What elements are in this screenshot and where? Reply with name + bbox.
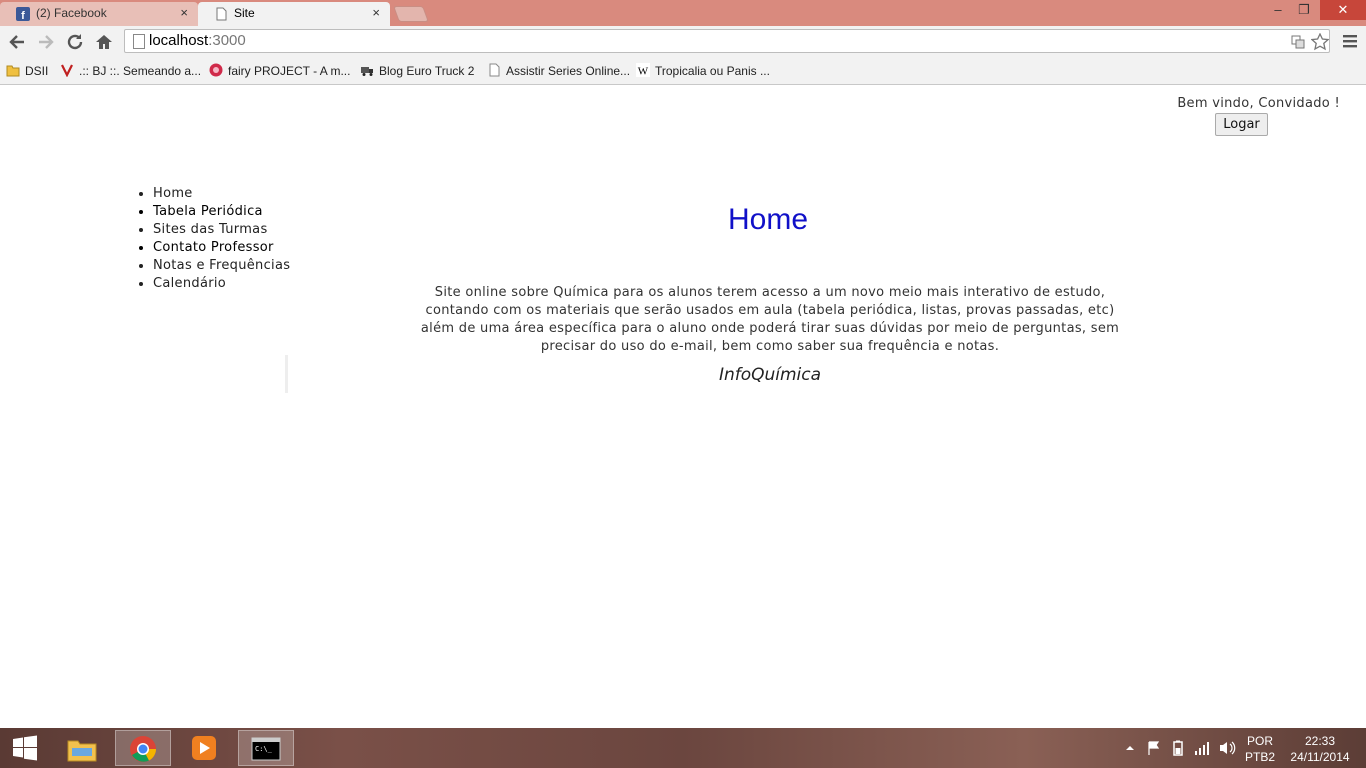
tab-label: Site	[234, 6, 255, 20]
input-language-indicator[interactable]: POR PTB2	[1242, 734, 1278, 764]
bookmarks-bar: DSII .:: BJ ::. Semeando a... fairy PROJ…	[0, 58, 1366, 85]
home-icon	[96, 35, 112, 49]
page-icon	[216, 7, 227, 21]
page-title: Home	[727, 203, 809, 236]
translate-icon[interactable]	[1291, 35, 1305, 49]
svg-text:C:\_: C:\_	[255, 745, 273, 753]
tab-facebook[interactable]: f (2) Facebook ×	[0, 2, 198, 26]
reload-button[interactable]	[64, 31, 86, 53]
fairy-icon	[209, 63, 223, 77]
browser-toolbar: localhost:3000	[0, 26, 1366, 58]
bookmark-star-icon[interactable]	[1311, 33, 1329, 51]
bookmark-assistir-series[interactable]: Assistir Series Online...	[487, 62, 630, 80]
taskbar-file-explorer[interactable]	[54, 730, 110, 766]
battery-icon[interactable]	[1170, 740, 1186, 756]
taskbar-media-player[interactable]	[176, 730, 232, 766]
close-window-button[interactable]: ✕	[1320, 0, 1366, 20]
login-button[interactable]: Logar	[1215, 113, 1268, 136]
nav-item-calendario[interactable]: Calendário	[153, 275, 293, 293]
tab-site[interactable]: Site ×	[198, 2, 390, 26]
forward-button[interactable]	[35, 31, 57, 53]
nav-item-sites-das-turmas[interactable]: Sites das Turmas	[153, 221, 293, 239]
nav-item-home[interactable]: Home	[153, 185, 293, 203]
bookmark-euro-truck[interactable]: Blog Euro Truck 2	[360, 62, 474, 80]
show-hidden-icons-icon[interactable]	[1124, 742, 1136, 754]
url-text: localhost:3000	[149, 32, 246, 49]
nav-item-tabela-periodica[interactable]: Tabela Periódica	[153, 203, 293, 221]
main-nav: Home Tabela Periódica Sites das Turmas C…	[153, 185, 293, 293]
taskbar: C:\_ POR PTB2 22:33 24/11/2014	[0, 728, 1366, 768]
bj-icon	[61, 64, 73, 77]
network-signal-icon[interactable]	[1194, 740, 1210, 756]
file-explorer-icon	[67, 740, 97, 762]
wikipedia-icon: W	[636, 63, 650, 77]
page-icon	[133, 34, 145, 49]
restore-button[interactable]: ❐	[1290, 0, 1318, 20]
welcome-message: Bem vindo, Convidado !	[1177, 96, 1340, 111]
bookmark-fairy-project[interactable]: fairy PROJECT - A m...	[209, 62, 350, 80]
action-center-flag-icon[interactable]	[1146, 740, 1162, 756]
tab-close-icon[interactable]: ×	[180, 2, 188, 24]
command-prompt-icon: C:\_	[251, 737, 281, 761]
volume-icon[interactable]	[1218, 740, 1236, 756]
back-arrow-icon	[9, 35, 24, 49]
start-icon	[13, 735, 37, 761]
chrome-icon	[130, 736, 156, 762]
page-icon	[489, 63, 500, 77]
content-divider	[285, 355, 288, 393]
site-description: Site online sobre Química para os alunos…	[420, 285, 1120, 354]
taskbar-command-prompt[interactable]: C:\_	[238, 730, 294, 766]
address-bar[interactable]: localhost:3000	[124, 29, 1330, 53]
start-button[interactable]	[0, 730, 50, 766]
media-player-icon	[192, 736, 216, 760]
brand-name: InfoQuímica	[718, 365, 822, 385]
svg-text:W: W	[638, 66, 649, 78]
tab-close-icon[interactable]: ×	[372, 2, 380, 24]
bookmark-bj[interactable]: .:: BJ ::. Semeando a...	[60, 62, 201, 80]
new-tab-button[interactable]	[393, 6, 429, 22]
home-button[interactable]	[93, 31, 115, 53]
forward-arrow-icon	[39, 35, 54, 49]
page-content: Bem vindo, Convidado ! Logar Home Tabela…	[0, 85, 1366, 728]
tab-label: (2) Facebook	[36, 6, 107, 20]
minimize-button[interactable]: –	[1264, 0, 1292, 20]
bookmark-tropicalia[interactable]: W Tropicalia ou Panis ...	[636, 62, 770, 80]
folder-icon	[6, 65, 20, 77]
nav-item-notas-frequencias[interactable]: Notas e Frequências	[153, 257, 293, 275]
taskbar-chrome[interactable]	[115, 730, 171, 766]
back-button[interactable]	[6, 31, 28, 53]
system-clock[interactable]: 22:33 24/11/2014	[1284, 734, 1356, 764]
svg-text:f: f	[21, 10, 25, 21]
nav-item-contato-professor[interactable]: Contato Professor	[153, 239, 293, 257]
truck-icon	[361, 67, 373, 76]
facebook-icon: f	[16, 7, 30, 21]
bookmark-dsii[interactable]: DSII	[6, 62, 48, 80]
title-bar: f (2) Facebook × Site × – ❐ ✕	[0, 0, 1366, 26]
chrome-menu-icon[interactable]	[1340, 31, 1360, 51]
reload-icon	[67, 34, 83, 50]
